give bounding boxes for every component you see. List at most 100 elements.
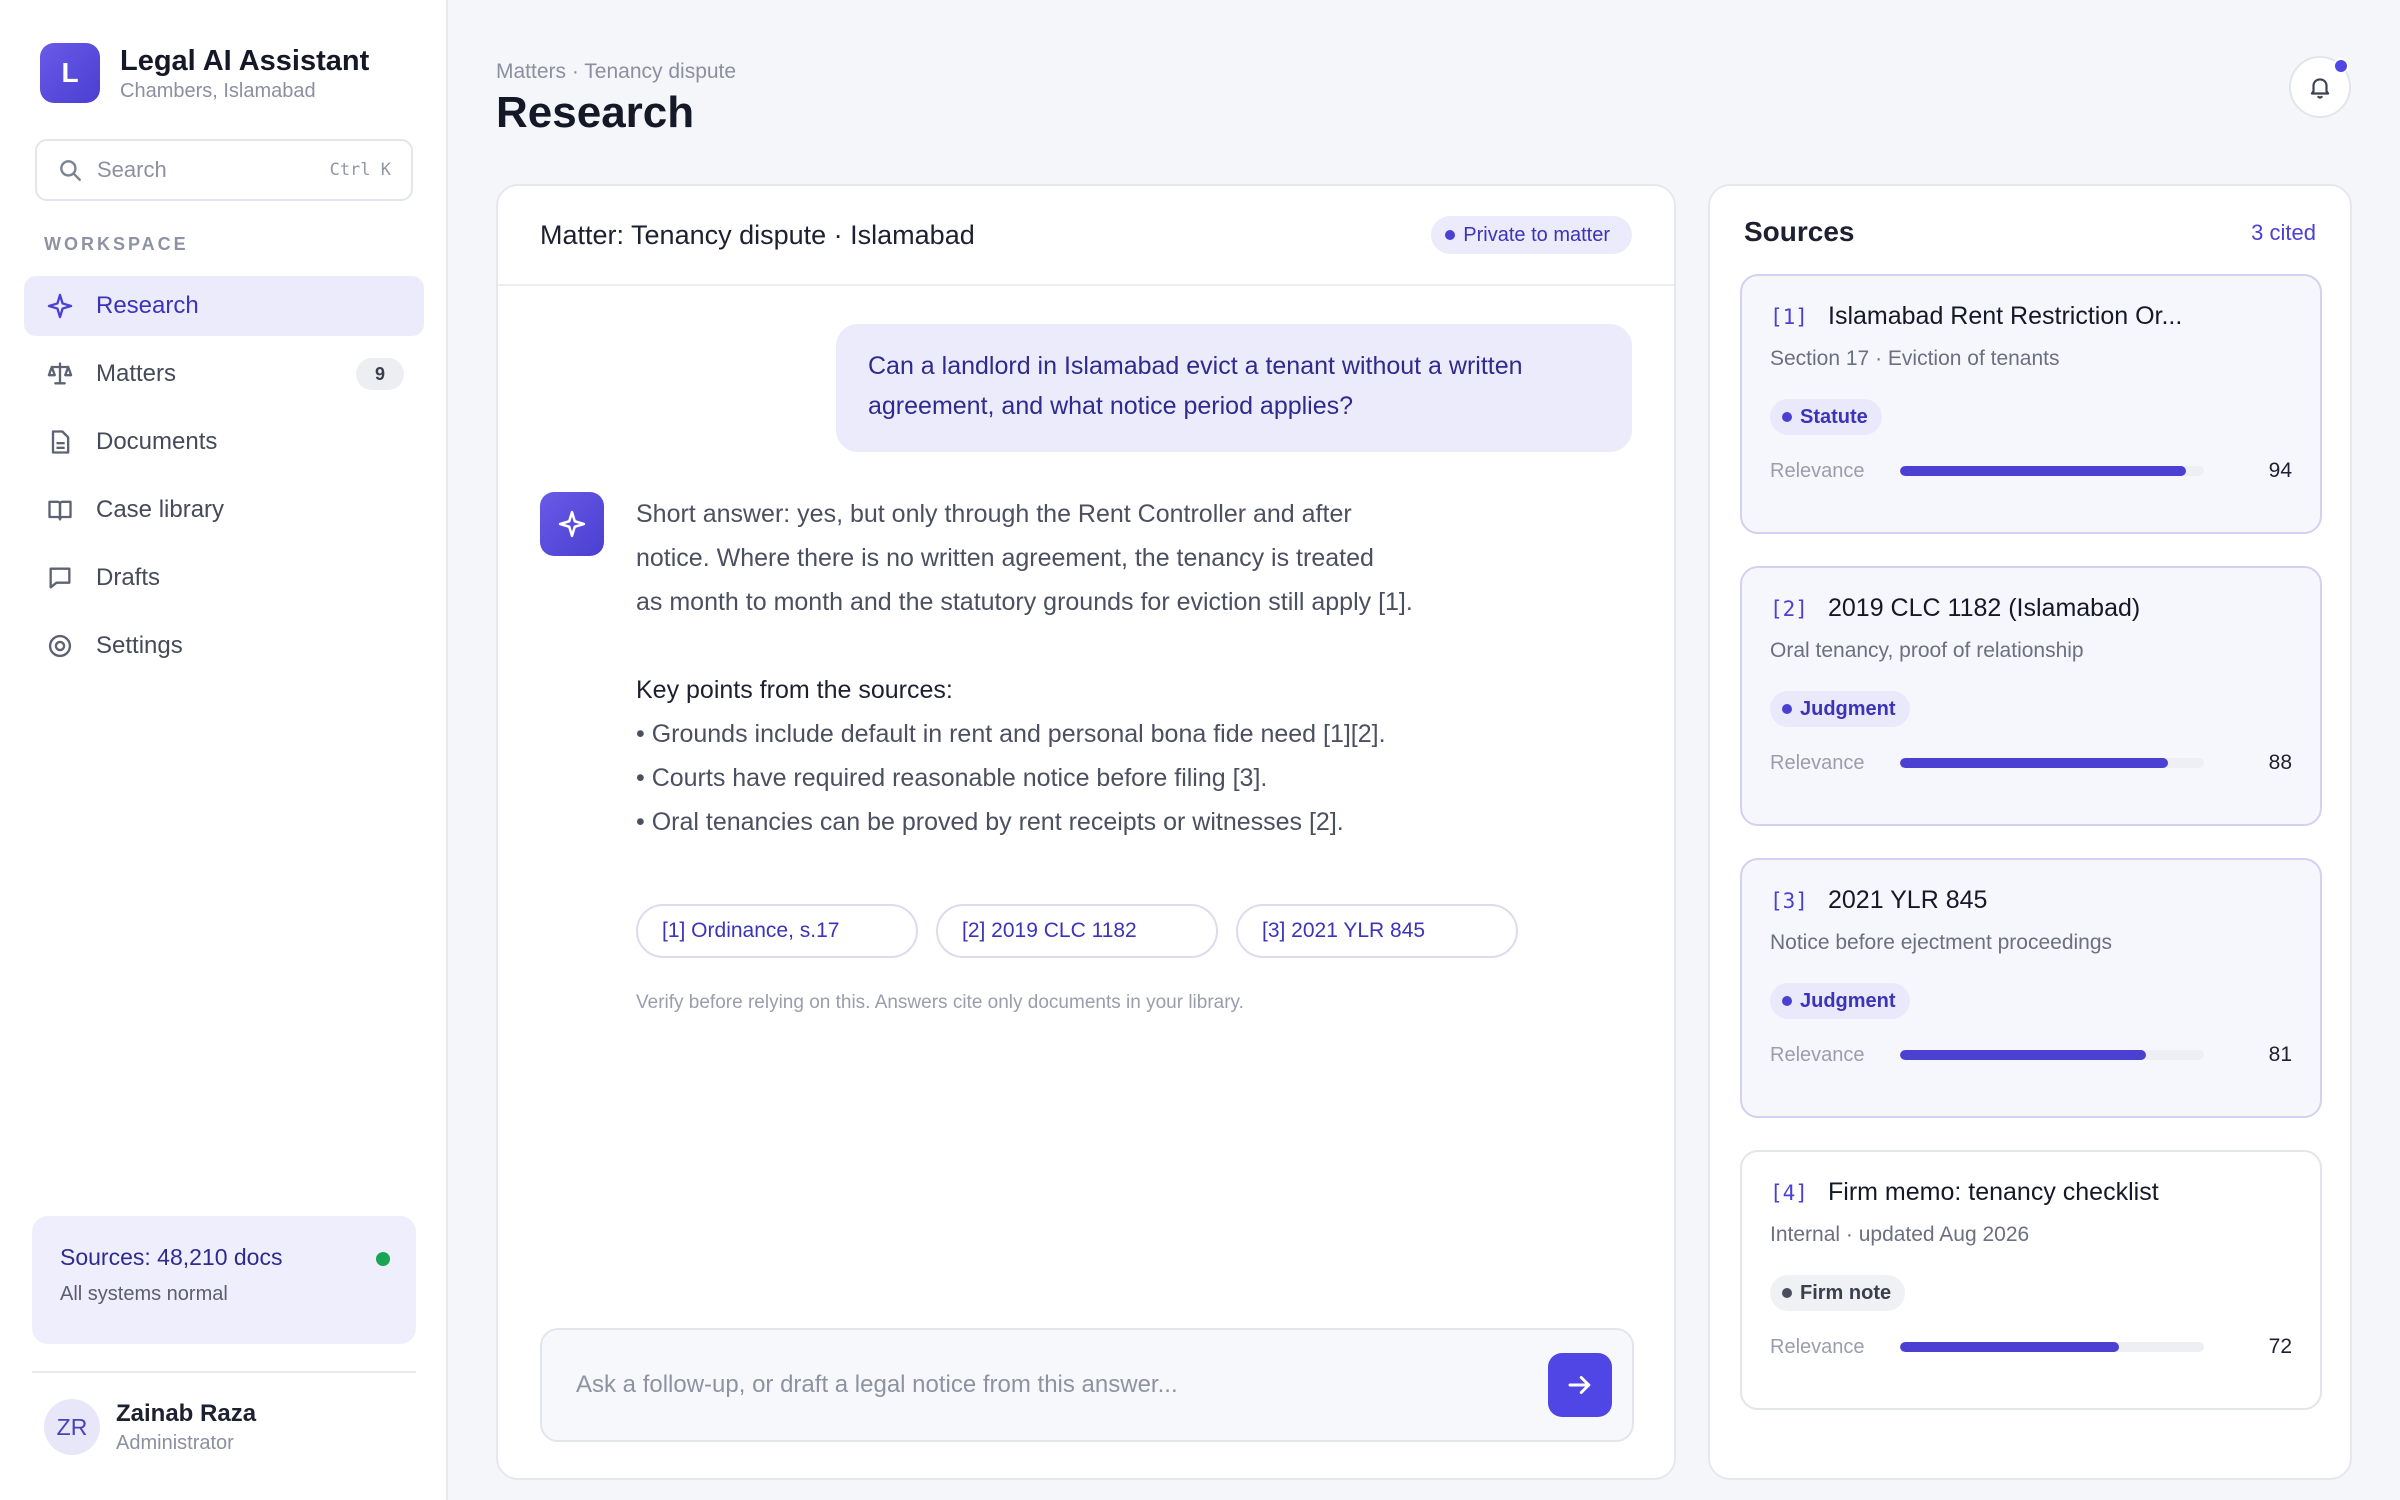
answer-line: Short answer: yes, but only through the … bbox=[636, 500, 1352, 528]
citation-chips: [1] Ordinance, s.17 [2] 2019 CLC 1182 [3… bbox=[636, 904, 1536, 958]
privacy-badge-label: Private to matter bbox=[1463, 223, 1610, 246]
source-number: [2] bbox=[1770, 596, 1808, 621]
source-type-label: Judgment bbox=[1800, 697, 1896, 720]
relevance-label: Relevance bbox=[1770, 459, 1865, 482]
source-type-label: Firm note bbox=[1800, 1281, 1892, 1304]
bell-icon bbox=[2310, 78, 2330, 99]
relevance-bar bbox=[1900, 1050, 2204, 1060]
scale-icon bbox=[47, 362, 73, 385]
relevance-label: Relevance bbox=[1770, 1043, 1865, 1066]
source-card[interactable]: [1] Islamabad Rent Restriction Or... Sec… bbox=[1740, 274, 2322, 534]
sidebar-item-documents[interactable]: Documents bbox=[24, 412, 424, 472]
relevance-label: Relevance bbox=[1770, 1335, 1865, 1358]
source-number: [1] bbox=[1770, 304, 1808, 329]
user-message-line: agreement, and what notice period applie… bbox=[868, 392, 1354, 420]
matter-title: Matter: Tenancy dispute · Islamabad bbox=[540, 219, 975, 250]
sidebar-item-settings[interactable]: Settings bbox=[24, 616, 424, 676]
source-subtitle: Section 17 · Eviction of tenants bbox=[1770, 347, 2060, 370]
sparkle-icon bbox=[47, 293, 73, 319]
relevance-bar-fill bbox=[1900, 466, 2186, 476]
sidebar-item-label: Documents bbox=[96, 428, 218, 455]
source-card[interactable]: [3] 2021 YLR 845 Notice before ejectment… bbox=[1740, 858, 2322, 1118]
relevance-bar-fill bbox=[1900, 1342, 2119, 1352]
brand[interactable]: L Legal AI Assistant Chambers, Islamabad bbox=[40, 43, 369, 103]
arrow-right-icon bbox=[1568, 1376, 1591, 1394]
source-title: 2019 CLC 1182 (Islamabad) bbox=[1828, 594, 2141, 622]
notifications-button[interactable] bbox=[2289, 56, 2351, 118]
source-title: 2021 YLR 845 bbox=[1828, 886, 1988, 914]
privacy-badge: Private to matter bbox=[1431, 216, 1632, 254]
citation-chip[interactable]: [3] 2021 YLR 845 bbox=[1236, 904, 1518, 958]
user-message-line: Can a landlord in Islamabad evict a tena… bbox=[868, 352, 1523, 380]
sidebar-item-label: Matters bbox=[96, 360, 177, 387]
user-profile[interactable]: ZR Zainab Raza Administrator bbox=[44, 1399, 256, 1455]
source-card[interactable]: [4] Firm memo: tenancy checklist Interna… bbox=[1740, 1150, 2322, 1410]
citation-chip[interactable]: [1] Ordinance, s.17 bbox=[636, 904, 918, 958]
search-placeholder: Search bbox=[97, 157, 167, 182]
workspace-section-label: WORKSPACE bbox=[44, 234, 189, 254]
assistant-answer: Short answer: yes, but only through the … bbox=[636, 492, 1496, 844]
tag-dot bbox=[1782, 996, 1792, 1006]
sidebar-item-matters[interactable]: Matters 9 bbox=[24, 344, 424, 404]
search-shortcut: Ctrl K bbox=[329, 160, 391, 180]
source-number: [3] bbox=[1770, 888, 1808, 913]
assistant-avatar bbox=[540, 492, 604, 556]
source-subtitle: Notice before ejectment proceedings bbox=[1770, 931, 2113, 954]
source-card[interactable]: [2] 2019 CLC 1182 (Islamabad) Oral tenan… bbox=[1740, 566, 2322, 826]
source-type-label: Judgment bbox=[1800, 989, 1896, 1012]
sources-status-title: Sources: 48,210 docs bbox=[60, 1244, 283, 1270]
document-icon bbox=[51, 430, 70, 454]
sources-status-card: Sources: 48,210 docs All systems normal bbox=[32, 1216, 416, 1344]
sources-cited-count: 3 cited bbox=[2251, 220, 2316, 245]
notification-dot bbox=[2333, 58, 2349, 74]
sidebar-item-label: Settings bbox=[96, 632, 183, 659]
send-button[interactable] bbox=[1548, 1353, 1612, 1417]
source-subtitle: Internal · updated Aug 2026 bbox=[1770, 1223, 2030, 1246]
relevance-score: 72 bbox=[2268, 1335, 2292, 1358]
citation-chip[interactable]: [2] 2019 CLC 1182 bbox=[936, 904, 1218, 958]
book-icon bbox=[48, 500, 72, 521]
relevance-label: Relevance bbox=[1770, 751, 1865, 774]
user-name: Zainab Raza bbox=[116, 1399, 257, 1427]
source-title: Islamabad Rent Restriction Or... bbox=[1828, 302, 2183, 330]
status-ok-dot bbox=[376, 1252, 390, 1266]
source-subtitle: Oral tenancy, proof of relationship bbox=[1770, 639, 2084, 662]
sidebar-item-label: Case library bbox=[96, 496, 225, 523]
key-point: • Courts have required reasonable notice… bbox=[636, 764, 1268, 792]
sidebar-divider bbox=[32, 1371, 416, 1373]
key-point: • Grounds include default in rent and pe… bbox=[636, 720, 1386, 748]
sidebar-item-research[interactable]: Research bbox=[24, 276, 424, 336]
relevance-bar bbox=[1900, 466, 2204, 476]
sidebar-item-label: Research bbox=[96, 292, 199, 319]
relevance-score: 88 bbox=[2268, 751, 2292, 774]
key-point: • Oral tenancies can be proved by rent r… bbox=[636, 808, 1344, 836]
chat-icon bbox=[49, 567, 71, 589]
source-type-tag: Judgment bbox=[1770, 691, 1910, 727]
disclaimer: Verify before relying on this. Answers c… bbox=[636, 992, 1244, 1013]
sidebar-nav: Research Matters 9 Documents Case librar… bbox=[24, 276, 424, 684]
sidebar: L Legal AI Assistant Chambers, Islamabad… bbox=[0, 0, 448, 1500]
app-title: Legal AI Assistant bbox=[120, 44, 370, 77]
sources-title: Sources bbox=[1744, 216, 1855, 247]
search-icon bbox=[60, 160, 81, 181]
source-type-tag: Judgment bbox=[1770, 983, 1910, 1019]
app-logo: L bbox=[40, 43, 100, 103]
search-input[interactable]: Search Ctrl K bbox=[35, 139, 413, 201]
source-number: [4] bbox=[1770, 1180, 1808, 1205]
relevance-score: 94 bbox=[2268, 459, 2292, 482]
matters-count-badge: 9 bbox=[356, 358, 404, 390]
relevance-bar bbox=[1900, 1342, 2204, 1352]
tag-dot bbox=[1782, 1288, 1792, 1298]
sidebar-item-drafts[interactable]: Drafts bbox=[24, 548, 424, 608]
breadcrumb[interactable]: Matters · Tenancy dispute bbox=[496, 60, 736, 84]
sources-status-subtitle: All systems normal bbox=[60, 1283, 228, 1305]
source-type-label: Statute bbox=[1800, 405, 1868, 428]
follow-up-input[interactable]: Ask a follow-up, or draft a legal notice… bbox=[540, 1328, 1634, 1442]
page-title: Research bbox=[496, 88, 695, 137]
relevance-bar bbox=[1900, 758, 2204, 768]
composer-placeholder: Ask a follow-up, or draft a legal notice… bbox=[576, 1371, 1178, 1398]
source-type-tag: Statute bbox=[1770, 399, 1882, 435]
user-message: Can a landlord in Islamabad evict a tena… bbox=[836, 324, 1632, 452]
sidebar-item-case-library[interactable]: Case library bbox=[24, 480, 424, 540]
source-title: Firm memo: tenancy checklist bbox=[1828, 1178, 2159, 1206]
